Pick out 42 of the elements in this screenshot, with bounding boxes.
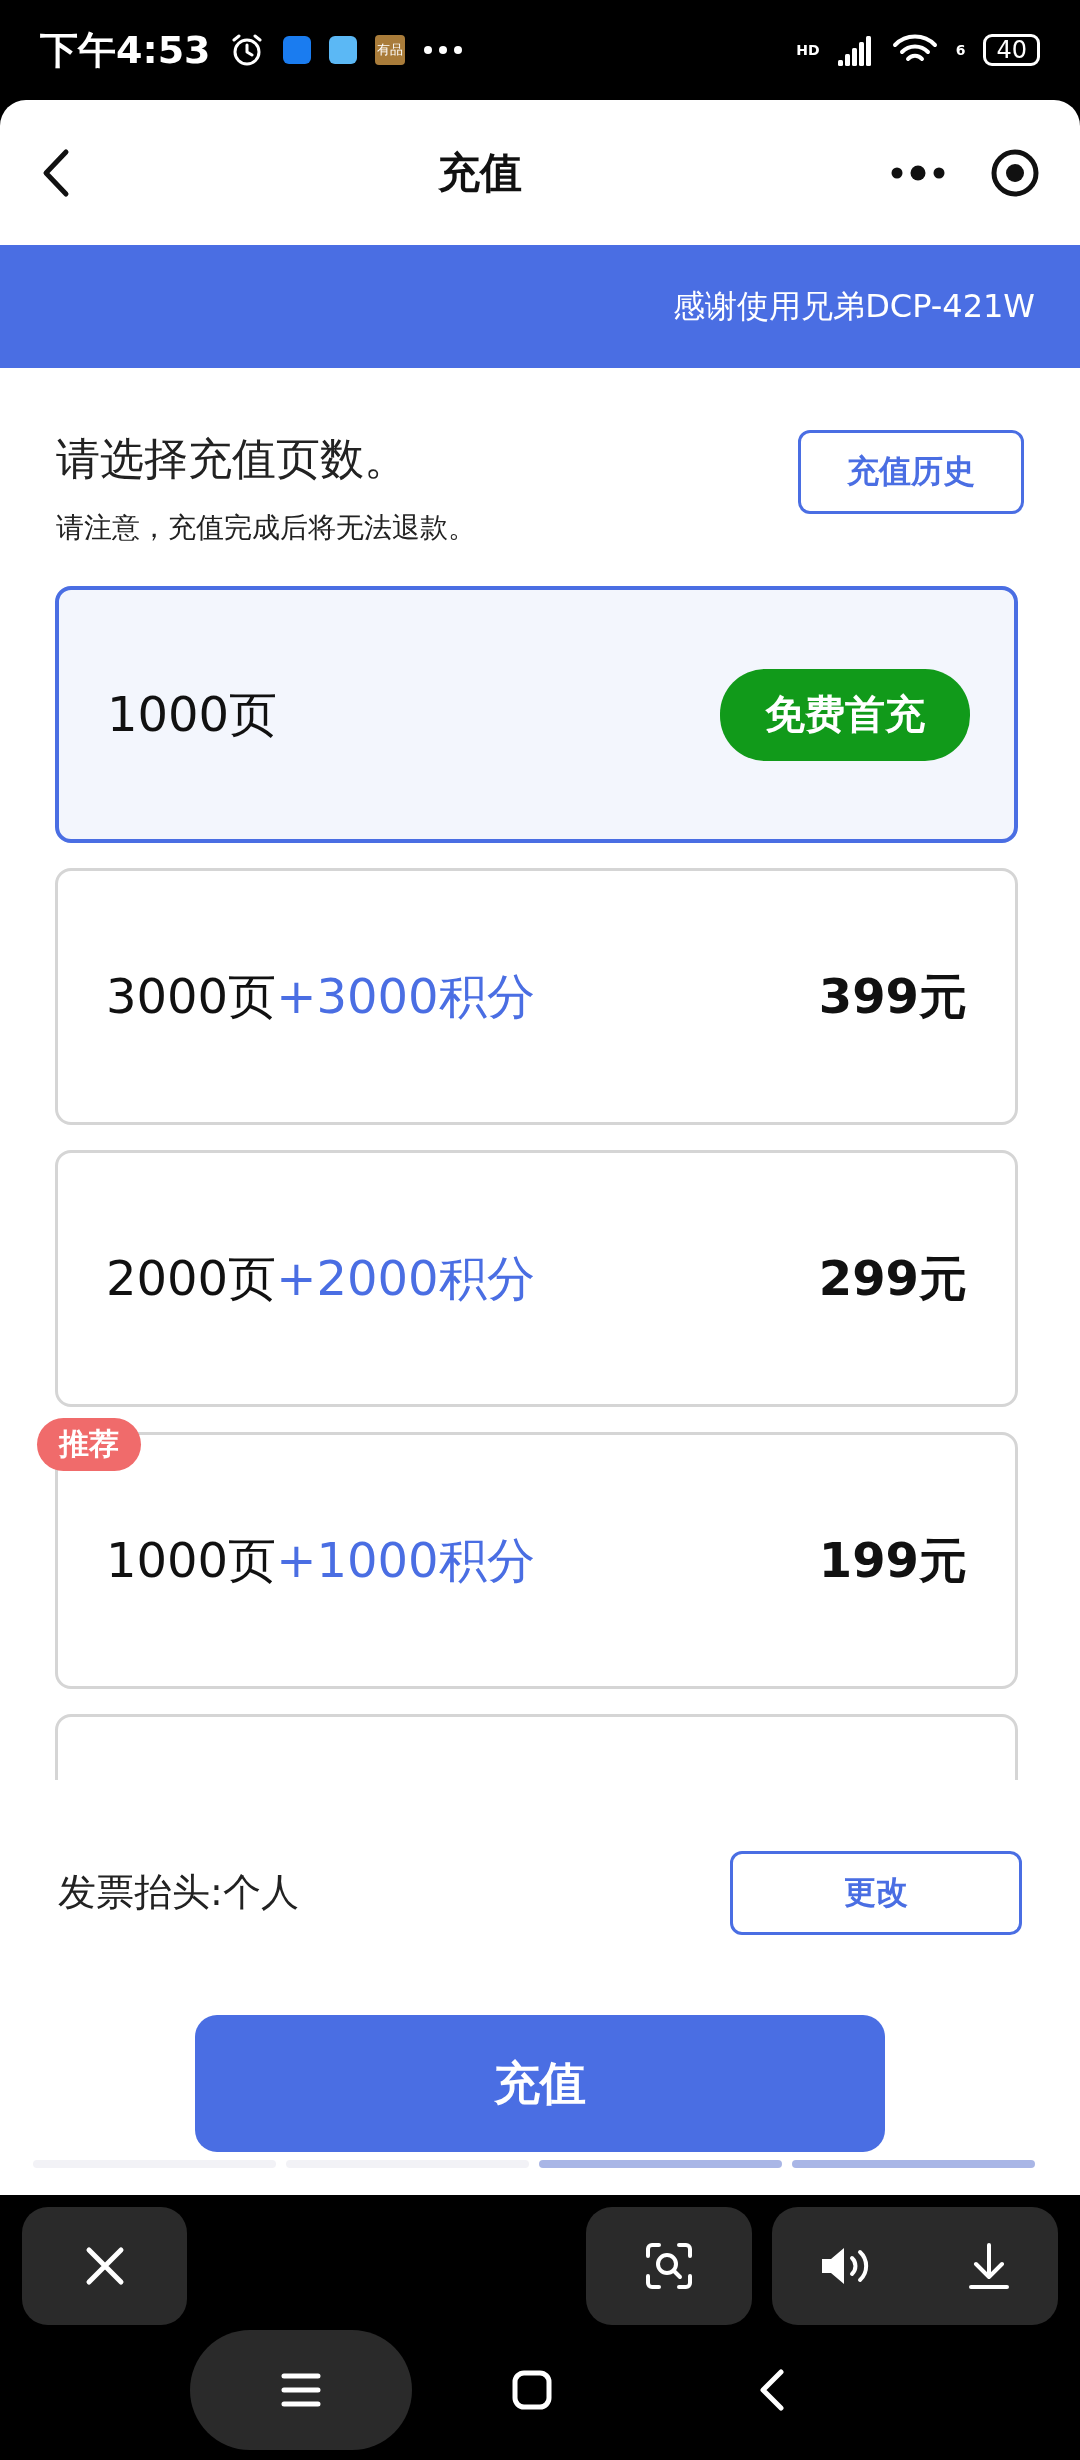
signal-icon: [837, 34, 874, 66]
more-icon: [422, 45, 463, 55]
status-time: 下午4:53: [40, 26, 211, 74]
page-title: 充值: [437, 146, 523, 199]
recharge-button[interactable]: 充值: [195, 2015, 885, 2152]
menu-icon: [281, 2372, 321, 2408]
battery-level: 40: [983, 34, 1040, 66]
back-icon: [759, 2369, 785, 2411]
app-icon: [282, 36, 311, 64]
package-card[interactable]: 2000页+2000积分 299元: [55, 1150, 1018, 1407]
package-card[interactable]: 3000页+3000积分 399元: [55, 868, 1018, 1125]
banner-text: 感谢使用兄弟DCP-421W: [673, 285, 1035, 327]
page-count: 3000页: [106, 966, 277, 1026]
home-icon: [512, 2370, 552, 2410]
invoice-title: 发票抬头:个人: [58, 1869, 300, 1916]
price: 299元: [818, 1248, 967, 1308]
app-icon: [328, 36, 357, 64]
more-icon[interactable]: [890, 164, 946, 181]
scan-button[interactable]: [586, 2207, 752, 2325]
page-count: 1000页: [107, 684, 278, 744]
wifi-label: 6: [955, 42, 966, 58]
free-first-recharge-tag: 免费首充: [720, 668, 970, 761]
bonus-points: +2000积分: [276, 1248, 535, 1308]
app-icon: 有品: [374, 35, 405, 65]
refund-note: 请注意，充值完成后将无法退款。: [56, 510, 477, 546]
page-count: 1000页: [106, 1530, 277, 1590]
section-heading: 请选择充值页数。: [56, 432, 409, 486]
close-button[interactable]: [22, 2207, 187, 2325]
bonus-points: +1000积分: [276, 1530, 535, 1590]
scan-icon: [645, 2242, 693, 2290]
recommend-badge: 推荐: [37, 1418, 141, 1471]
hd-label: HD: [796, 42, 820, 58]
download-icon[interactable]: [968, 2242, 1010, 2290]
price: 399元: [818, 966, 967, 1026]
page-count: 2000页: [106, 1248, 277, 1308]
price: 199元: [818, 1530, 967, 1590]
history-button[interactable]: 充值历史: [798, 430, 1024, 514]
change-button[interactable]: 更改: [730, 1850, 1022, 1935]
bonus-points: +3000积分: [276, 966, 535, 1026]
package-card[interactable]: 1000页 免费首充: [55, 586, 1018, 843]
target-icon[interactable]: [990, 147, 1040, 198]
close-icon: [84, 2246, 125, 2286]
